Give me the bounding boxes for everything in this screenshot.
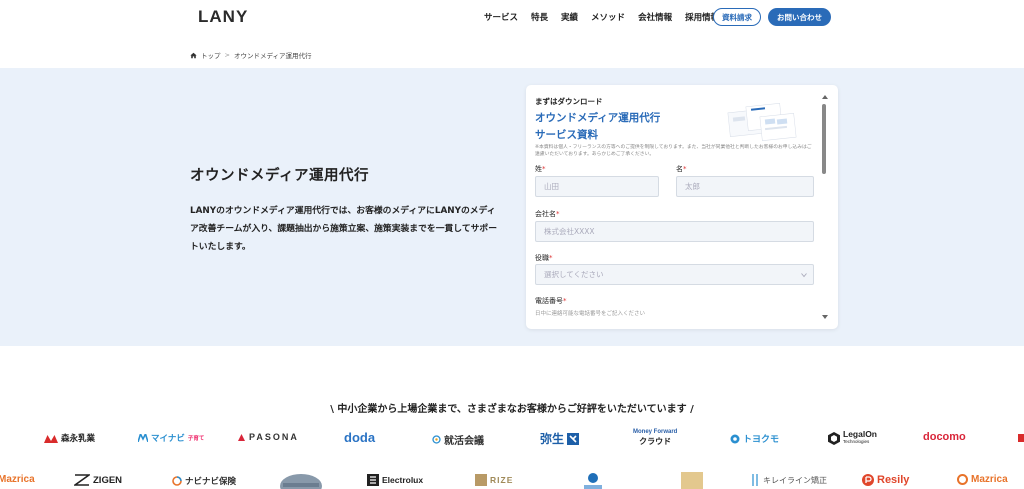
morinaga-mark-icon <box>44 434 58 443</box>
zigen-mark-icon <box>74 474 90 486</box>
client-logo: Mazrica <box>957 474 1008 485</box>
client-logo: ZIGEN <box>74 473 122 487</box>
first-name-input[interactable]: 太郎 <box>676 176 814 197</box>
site-logo[interactable]: LANY <box>198 7 248 27</box>
partner-emblem-icon <box>280 474 322 489</box>
form-title-line2: サービス資料 <box>535 129 598 141</box>
company-input[interactable]: 株式会社XXXX <box>535 221 814 242</box>
client-logo: docomo <box>923 431 966 443</box>
mynavi-mark-icon <box>138 434 148 442</box>
nav-item-results[interactable]: 実績 <box>561 11 578 23</box>
first-name-label: 名* <box>676 165 687 173</box>
breadcrumb: トップ > オウンドメディア運用代行 <box>190 50 312 60</box>
mazrica-mark-icon <box>957 474 968 485</box>
position-select-value: 選択してください <box>544 270 604 279</box>
client-logo: doda <box>344 430 376 445</box>
company-label: 会社名* <box>535 210 560 218</box>
client-logo: Money Forward クラウド <box>633 429 678 446</box>
client-logo: キレイライン矯正 <box>750 473 827 487</box>
resily-mark-icon <box>862 474 874 486</box>
electrolux-mark-icon <box>367 474 379 486</box>
nav-item-company[interactable]: 会社情報 <box>638 11 672 23</box>
toyokumo-mark-icon <box>730 434 740 443</box>
last-name-label: 姓* <box>535 165 546 173</box>
circle-mark-icon <box>432 435 441 444</box>
pasona-mark-icon <box>238 433 245 441</box>
client-logo: RIZE <box>475 474 513 486</box>
form-title-line1: オウンドメディア運用代行 <box>535 112 661 124</box>
position-label: 役職* <box>535 254 553 262</box>
client-logo: 弥生 <box>540 430 580 447</box>
client-logo: マイナビ 子育て <box>138 432 204 444</box>
client-logo: ナビナビ保険 <box>172 475 236 487</box>
nav-item-features[interactable]: 特長 <box>531 11 548 23</box>
client-logo-row-1: 森永乳業 マイナビ 子育て PASONA doda 就活会議 弥生 Money … <box>0 429 1024 450</box>
client-logo: Resily <box>862 474 909 486</box>
home-icon <box>190 52 197 58</box>
hero-description: LANYのオウンドメディア運用代行では、お客様のメディアにLANYのメディア改善… <box>190 206 498 252</box>
scroll-down-arrow-icon[interactable] <box>822 315 828 319</box>
chevron-down-icon <box>801 273 807 278</box>
client-logo: トヨクモ <box>730 432 779 445</box>
last-name-input[interactable]: 山田 <box>535 176 659 197</box>
download-button[interactable]: 資料請求 <box>713 8 761 26</box>
client-logo: 就活会議 <box>432 432 484 447</box>
download-form-card: まずはダウンロード オウンドメディア運用代行 サービス資料 ※本資料は個人・フリ… <box>526 85 838 329</box>
yayoi-mark-icon <box>567 432 580 445</box>
page-title: オウンドメディア運用代行 <box>190 168 369 184</box>
client-logo: LegalOn Technologies <box>828 430 877 446</box>
breadcrumb-home[interactable]: トップ <box>201 50 221 60</box>
client-logo: Electrolux <box>367 474 423 486</box>
client-logo: PASONA <box>237 432 299 442</box>
contact-button[interactable]: お問い合わせ <box>768 8 831 26</box>
phone-hint: 日中に連絡可能な電話番号をご記入ください <box>535 311 646 317</box>
breadcrumb-separator: > <box>224 51 230 59</box>
main-nav: サービス 特長 実績 メソッド 会社情報 採用情報 <box>484 11 732 23</box>
site-header: LANY サービス 特長 実績 メソッド 会社情報 採用情報 資料請求 お問い合… <box>0 0 1024 36</box>
form-kicker: まずはダウンロード <box>535 97 603 106</box>
breadcrumb-current: オウンドメディア運用代行 <box>233 52 312 60</box>
form-note: ※本資料は個人・フリーランスの方等へのご提供を制限しております。また、当社が同業… <box>535 145 812 157</box>
kireiline-mark-icon <box>752 474 758 486</box>
client-logo: 森永乳業 <box>44 432 95 444</box>
form-scrollbar-thumb[interactable] <box>822 104 826 174</box>
client-logo: Mazrica <box>0 474 35 485</box>
scroll-up-arrow-icon[interactable] <box>822 95 828 99</box>
partial-logo-mark-icon <box>1018 434 1024 442</box>
nav-item-method[interactable]: メソッド <box>591 11 625 23</box>
legalon-mark-icon <box>828 431 840 445</box>
nav-item-service[interactable]: サービス <box>484 11 518 23</box>
gold-emblem-icon <box>681 472 703 489</box>
client-logo-partial <box>1018 434 1024 442</box>
rize-mark-icon <box>475 474 487 486</box>
client-logo-row-2: Mazrica ZIGEN ナビナビ保険 Electrolux RIZE キレイ… <box>0 472 1024 489</box>
clients-heading: \ 中小企業から上場企業まで、さまざまなお客様からご好評をいただいています / <box>330 404 694 415</box>
phone-label: 電話番号* <box>535 297 567 305</box>
navinavi-mark-icon <box>172 476 182 486</box>
position-select[interactable]: 選択してください <box>535 264 814 285</box>
clinic-logo-icon <box>584 473 602 489</box>
hero-section: オウンドメディア運用代行 LANYのオウンドメディア運用代行では、お客様のメディ… <box>0 68 1024 346</box>
document-preview-image <box>727 103 797 141</box>
